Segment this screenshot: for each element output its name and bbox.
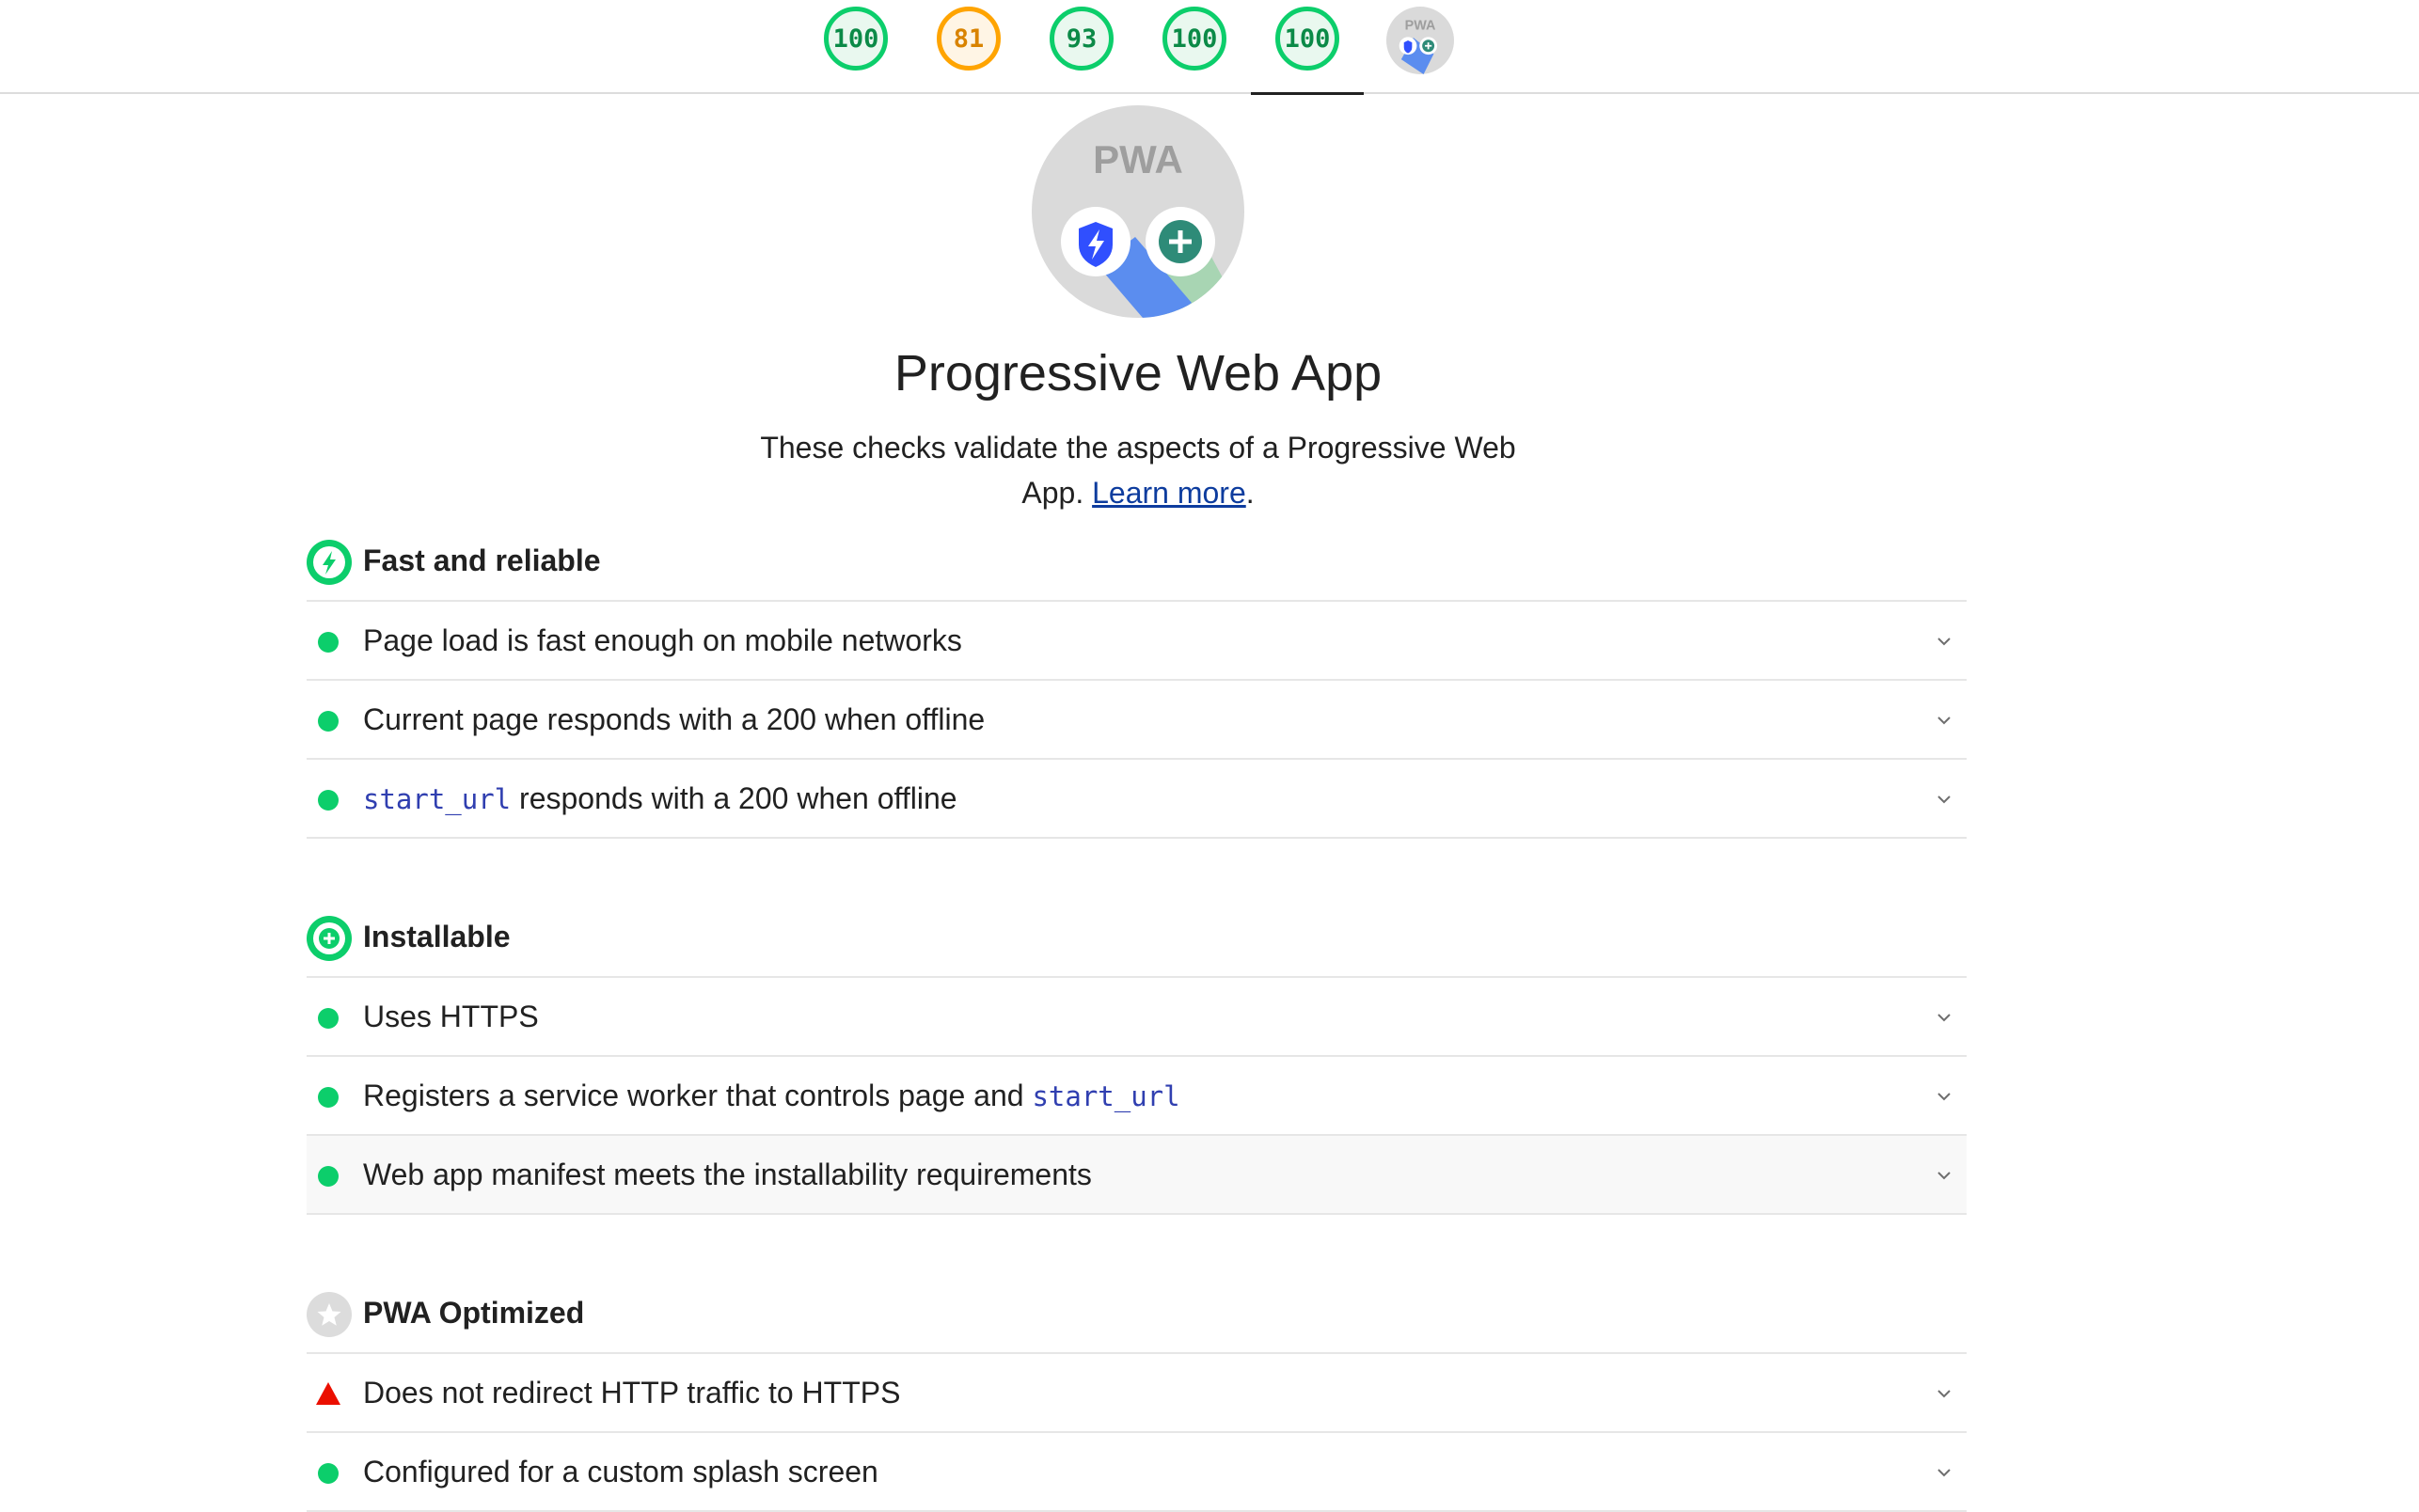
audit-item[interactable]: Page load is fast enough on mobile netwo… xyxy=(307,600,1967,679)
pass-indicator-icon xyxy=(318,632,339,653)
audit-item[interactable]: Uses HTTPS xyxy=(307,976,1967,1055)
audit-title: Uses HTTPS xyxy=(363,1000,539,1033)
gauge-accessibility[interactable]: 81 xyxy=(912,2,1025,92)
group-title: PWA Optimized xyxy=(363,1296,585,1330)
group-title: Installable xyxy=(363,920,511,953)
chevron-down-icon[interactable] xyxy=(1933,1461,1955,1484)
pass-indicator-icon xyxy=(318,711,339,732)
svg-text:PWA: PWA xyxy=(1405,18,1436,33)
learn-more-link[interactable]: Learn more xyxy=(1092,476,1246,510)
category-description: These checks validate the aspects of a P… xyxy=(752,425,1524,515)
code-term: start_url xyxy=(1032,1080,1180,1112)
star-badge-icon xyxy=(307,1292,352,1337)
plus-badge-icon xyxy=(307,916,352,961)
audit-title: start_url responds with a 200 when offli… xyxy=(363,781,957,815)
fail-indicator-icon xyxy=(316,1382,340,1405)
gauge-best-practices[interactable]: 93 xyxy=(1025,2,1138,92)
svg-text:PWA: PWA xyxy=(1093,137,1183,181)
audit-item[interactable]: Does not redirect HTTP traffic to HTTPS xyxy=(307,1352,1967,1431)
group-pwa-optimized: PWA Optimized Does not redirect HTTP tra… xyxy=(307,1273,1967,1512)
pass-indicator-icon xyxy=(318,1008,339,1029)
chevron-down-icon[interactable] xyxy=(1933,1085,1955,1108)
pass-indicator-icon xyxy=(318,790,339,811)
audit-title: Configured for a custom splash screen xyxy=(363,1455,878,1488)
audit-item[interactable]: start_url responds with a 200 when offli… xyxy=(307,758,1967,839)
pwa-badge-icon: PWA xyxy=(1386,7,1454,74)
code-term: start_url xyxy=(363,783,512,815)
chevron-down-icon[interactable] xyxy=(1933,709,1955,732)
score-header: 100 81 93 100 100 PWA xyxy=(0,0,2419,95)
audit-title: Page load is fast enough on mobile netwo… xyxy=(363,623,962,657)
group-header: PWA Optimized xyxy=(307,1273,1967,1352)
chevron-down-icon[interactable] xyxy=(1933,1382,1955,1405)
category-title: Progressive Web App xyxy=(893,345,1383,402)
chevron-down-icon[interactable] xyxy=(1933,630,1955,653)
gauge-performance[interactable]: 100 xyxy=(799,2,912,92)
chevron-down-icon[interactable] xyxy=(1933,1164,1955,1187)
pass-indicator-icon xyxy=(318,1166,339,1187)
chevron-down-icon[interactable] xyxy=(1933,1006,1955,1029)
gauge-score: 81 xyxy=(937,7,1001,71)
description-period: . xyxy=(1245,476,1255,510)
pwa-category-logo: PWA xyxy=(1032,105,1244,318)
lightning-badge-icon xyxy=(307,540,352,585)
chevron-down-icon[interactable] xyxy=(1933,788,1955,811)
audit-title: Web app manifest meets the installabilit… xyxy=(363,1158,1092,1191)
audit-title: Current page responds with a 200 when of… xyxy=(363,702,986,736)
audit-item[interactable]: Current page responds with a 200 when of… xyxy=(307,679,1967,758)
gauge-seo[interactable]: 100 xyxy=(1138,2,1251,92)
gauge-fifth[interactable]: 100 xyxy=(1251,2,1364,95)
group-fast-and-reliable: Fast and reliable Page load is fast enou… xyxy=(307,521,1967,839)
audit-title: Registers a service worker that controls… xyxy=(363,1079,1180,1112)
pass-indicator-icon xyxy=(318,1463,339,1484)
audit-item[interactable]: Configured for a custom splash screen xyxy=(307,1431,1967,1512)
gauge-score: 100 xyxy=(1275,7,1339,71)
group-installable: Installable Uses HTTPS Registers a servi… xyxy=(307,897,1967,1215)
gauge-score: 100 xyxy=(1162,7,1226,71)
audit-item[interactable]: Registers a service worker that controls… xyxy=(307,1055,1967,1134)
gauge-score: 100 xyxy=(824,7,888,71)
gauge-pwa[interactable]: PWA xyxy=(1364,2,1477,92)
audit-title: Does not redirect HTTP traffic to HTTPS xyxy=(363,1376,901,1410)
audit-item[interactable]: Web app manifest meets the installabilit… xyxy=(307,1134,1967,1215)
pass-indicator-icon xyxy=(318,1087,339,1108)
group-title: Fast and reliable xyxy=(363,543,601,577)
gauge-score: 93 xyxy=(1050,7,1114,71)
group-header: Fast and reliable xyxy=(307,521,1967,600)
group-header: Installable xyxy=(307,897,1967,976)
